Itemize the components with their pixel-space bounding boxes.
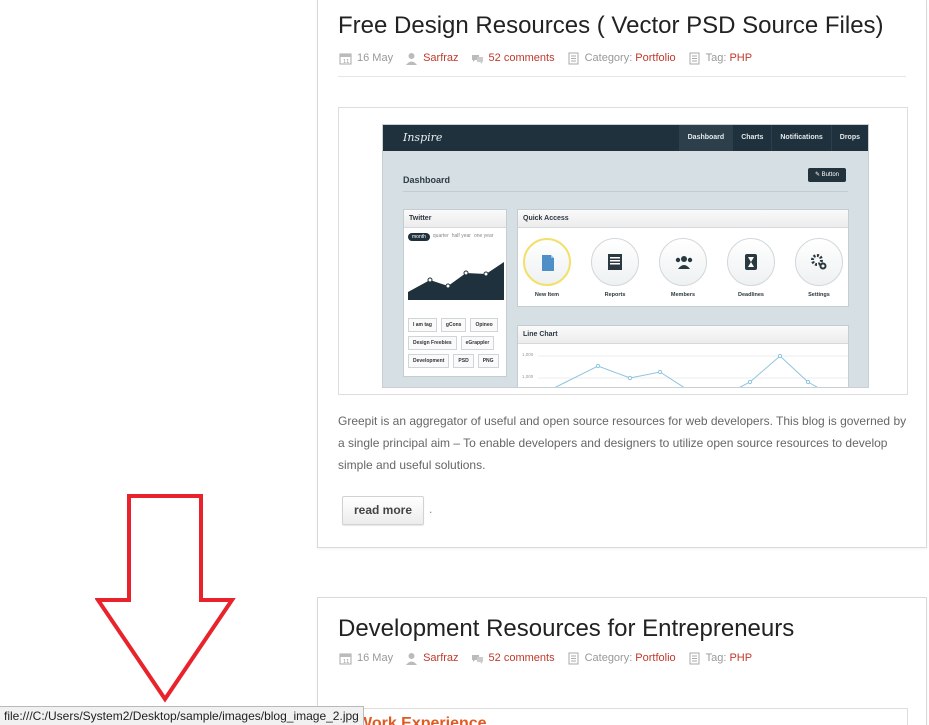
category-icon: [568, 652, 579, 664]
mockup-nav: Dashboard Charts Notifications Drops: [678, 125, 868, 151]
twitter-tab: one year: [473, 233, 494, 239]
meta-category: Category: Portfolio: [567, 52, 676, 65]
category-link[interactable]: Portfolio: [635, 52, 675, 64]
panel-title: Line Chart: [518, 326, 848, 344]
quick-access-item: Deadlines: [726, 238, 776, 298]
meta-divider: [338, 76, 906, 77]
post-image-frame[interactable]: Inspire Dashboard Charts Notifications D…: [338, 107, 908, 395]
tag-chip: PSD: [453, 354, 474, 368]
post-title[interactable]: Development Resources for Entrepreneurs: [338, 615, 794, 643]
members-icon: [659, 238, 707, 286]
blog-post-1: Free Design Resources ( Vector PSD Sourc…: [317, 0, 927, 548]
mockup-quick-access-panel: Quick Access New Item Reports Members De…: [517, 209, 849, 307]
quick-access-item: Members: [658, 238, 708, 298]
twitter-tab: month: [408, 233, 430, 241]
tag-chip: eGrappler: [460, 336, 495, 350]
trailing-dot: .: [429, 502, 433, 516]
post-image-dashboard-mockup[interactable]: Inspire Dashboard Charts Notifications D…: [382, 124, 869, 388]
browser-status-bar: file:///C:/Users/System2/Desktop/sample/…: [0, 706, 364, 725]
meta-category: Category: Portfolio: [567, 652, 676, 665]
meta-comments[interactable]: 52 comments: [471, 52, 555, 65]
meta-tag: Tag: PHP: [688, 52, 752, 65]
tag-icon: [689, 652, 700, 664]
post-title[interactable]: Free Design Resources ( Vector PSD Sourc…: [338, 12, 884, 40]
tag-link[interactable]: PHP: [729, 52, 752, 64]
blog-post-2: Development Resources for Entrepreneurs …: [317, 597, 927, 725]
deadlines-icon: [727, 238, 775, 286]
mockup-topbar: Inspire Dashboard Charts Notifications D…: [383, 125, 868, 151]
tag-chip: PNG: [477, 354, 499, 368]
tag-link[interactable]: PHP: [729, 652, 752, 664]
mockup-nav-item: Notifications: [771, 125, 830, 151]
mockup-button: ✎ Button: [808, 168, 846, 182]
mockup-line-chart: [538, 353, 848, 387]
author-link[interactable]: Sarfraz: [423, 652, 458, 664]
quick-access-item: Reports: [590, 238, 640, 298]
panel-title: Quick Access: [518, 210, 848, 228]
twitter-tags: I am tag gCons Opineo Design Freebies eG…: [408, 318, 504, 368]
twitter-tabs: month quarter half year one year: [404, 228, 506, 246]
meta-author[interactable]: Sarfraz: [405, 52, 459, 65]
mockup-rule: [403, 191, 848, 192]
down-arrow-annotation: [95, 494, 236, 703]
quick-access-item: Settings: [794, 238, 844, 298]
meta-date: 11 16 May: [339, 652, 393, 665]
quick-access-item: New Item: [522, 238, 572, 298]
mockup-nav-item: Dashboard: [678, 125, 733, 151]
tag-chip: Design Freebies: [408, 336, 457, 350]
meta-author[interactable]: Sarfraz: [405, 652, 459, 665]
tag-chip: Opineo: [470, 318, 498, 332]
meta-date: 11 16 May: [339, 52, 393, 65]
calendar-icon: 11: [339, 53, 352, 65]
twitter-tab: half year: [451, 233, 471, 239]
comments-icon: [471, 54, 483, 64]
panel-title: Twitter: [404, 210, 506, 228]
meta-comments[interactable]: 52 comments: [471, 652, 555, 665]
twitter-tab: quarter: [432, 233, 449, 239]
calendar-icon: 11: [339, 653, 352, 665]
mockup-line-chart-panel: Line Chart 1,000 1,000: [517, 325, 849, 387]
svg-text:11: 11: [343, 59, 349, 65]
tag-chip: gCons: [440, 318, 467, 332]
post-image-frame[interactable]: Work Experience: [338, 708, 908, 725]
meta-tag: Tag: PHP: [688, 652, 752, 665]
comments-link[interactable]: 52 comments: [489, 52, 555, 64]
reports-icon: [591, 238, 639, 286]
category-link[interactable]: Portfolio: [635, 652, 675, 664]
mockup-twitter-panel: Twitter month quarter half year one year…: [403, 209, 507, 377]
tag-chip: Development: [408, 354, 450, 368]
twitter-area-chart: [408, 262, 504, 300]
user-icon: [406, 52, 418, 65]
post-meta: 11 16 May Sarfraz 52 comments Category: …: [339, 650, 764, 666]
author-link[interactable]: Sarfraz: [423, 52, 458, 64]
category-icon: [568, 52, 579, 64]
mockup-nav-item: Charts: [732, 125, 771, 151]
read-more-button[interactable]: read more: [342, 496, 424, 525]
settings-icon: [795, 238, 843, 286]
post-image-text: Work Experience: [357, 715, 487, 725]
tag-chip: I am tag: [408, 318, 437, 332]
mockup-heading: Dashboard: [403, 175, 451, 185]
user-icon: [406, 652, 418, 665]
comments-icon: [471, 654, 483, 664]
mockup-nav-item: Drops: [830, 125, 868, 151]
mockup-logo: Inspire: [403, 131, 443, 144]
post-excerpt: Greepit is an aggregator of useful and o…: [338, 414, 907, 472]
comments-link[interactable]: 52 comments: [489, 652, 555, 664]
post-meta: 11 16 May Sarfraz 52 comments Category: …: [339, 50, 764, 66]
svg-text:11: 11: [343, 659, 349, 665]
new-item-icon: [523, 238, 571, 286]
tag-icon: [689, 52, 700, 64]
